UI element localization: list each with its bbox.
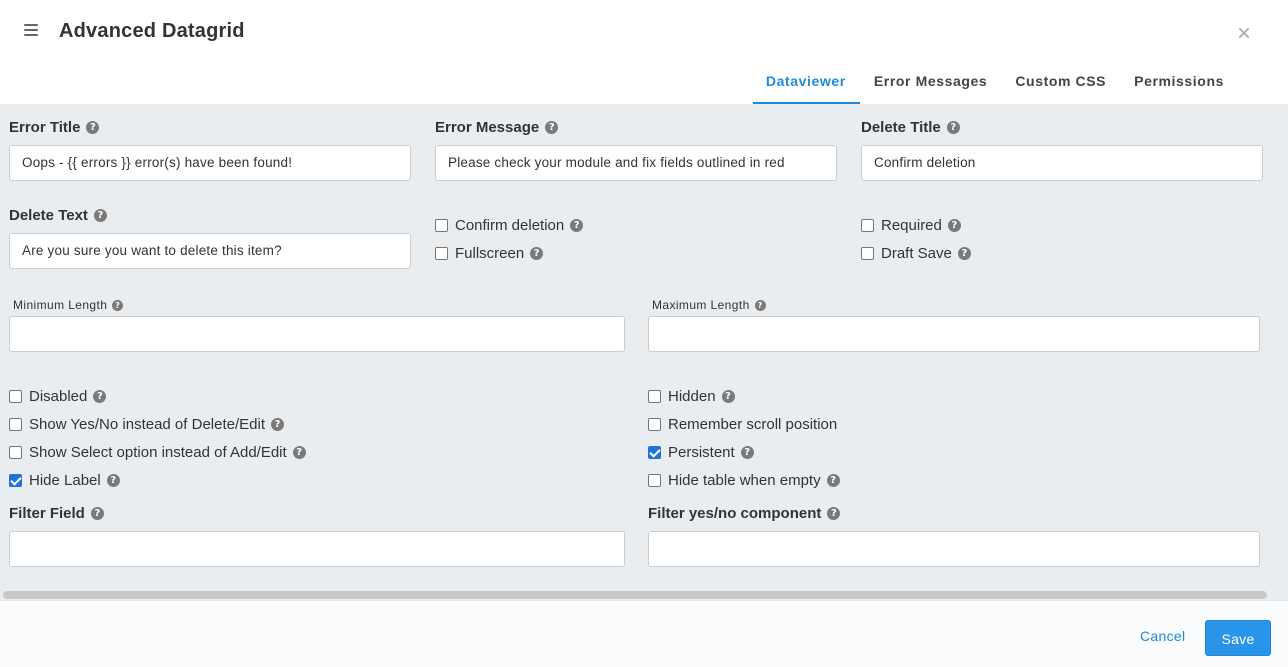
dataviewer-panel: Error Title ? Oops - {{ errors }} error(… (0, 104, 1288, 600)
cancel-button[interactable]: Cancel (1140, 628, 1185, 644)
hidden-label: Hidden (668, 388, 716, 405)
help-icon[interactable]: ? (271, 418, 284, 431)
modal-title: Advanced Datagrid (59, 20, 245, 42)
required-checkbox-row[interactable]: Required ? (861, 217, 961, 234)
help-icon[interactable]: ? (827, 507, 841, 520)
help-icon[interactable]: ? (530, 247, 544, 260)
persistent-checkbox[interactable] (648, 446, 661, 459)
help-icon[interactable]: ? (93, 209, 107, 222)
tab-bar: Dataviewer Error Messages Custom CSS Per… (752, 60, 1238, 104)
confirm-deletion-label: Confirm deletion (455, 217, 565, 234)
filter-yes-no-label-text: Filter yes/no component (648, 505, 822, 522)
tab-permissions[interactable]: Permissions (1120, 60, 1238, 104)
show-select-option-checkbox[interactable] (9, 446, 22, 459)
close-icon[interactable]: × (1237, 22, 1251, 46)
hidden-checkbox-row[interactable]: Hidden ? (648, 388, 735, 405)
remember-scroll-checkbox-row[interactable]: Remember scroll position (648, 416, 837, 433)
hide-label-checkbox[interactable] (9, 474, 22, 487)
help-icon[interactable]: ? (826, 474, 840, 487)
minimum-length-label: Minimum Length ? (13, 298, 124, 312)
error-title-input[interactable]: Oops - {{ errors }} error(s) have been f… (9, 145, 411, 181)
modal-footer: Cancel Save (0, 600, 1288, 667)
hide-table-empty-checkbox-row[interactable]: Hide table when empty ? (648, 472, 840, 489)
fullscreen-label: Fullscreen (455, 245, 525, 262)
filter-field-label: Filter Field ? (9, 505, 104, 522)
error-message-label-text: Error Message (435, 119, 540, 136)
help-icon[interactable]: ? (93, 390, 107, 403)
show-select-option-checkbox-row[interactable]: Show Select option instead of Add/Edit ? (9, 444, 306, 461)
confirm-deletion-checkbox-row[interactable]: Confirm deletion ? (435, 217, 584, 234)
help-icon[interactable]: ? (112, 299, 124, 311)
draft-save-label: Draft Save (881, 245, 952, 262)
required-checkbox[interactable] (861, 219, 874, 232)
fullscreen-checkbox[interactable] (435, 247, 448, 260)
persistent-checkbox-row[interactable]: Persistent ? (648, 444, 754, 461)
help-icon[interactable]: ? (90, 507, 104, 520)
delete-text-label: Delete Text ? (9, 207, 107, 224)
delete-text-label-text: Delete Text (9, 207, 88, 224)
show-yes-no-checkbox[interactable] (9, 418, 22, 431)
help-icon[interactable]: ? (721, 390, 735, 403)
filter-field-label-text: Filter Field (9, 505, 85, 522)
help-icon[interactable]: ? (292, 446, 306, 459)
filter-yes-no-input[interactable] (648, 531, 1260, 567)
save-button[interactable]: Save (1205, 620, 1271, 656)
help-icon[interactable]: ? (740, 446, 754, 459)
help-icon[interactable]: ? (86, 121, 100, 134)
modal-header: Advanced Datagrid × Dataviewer Error Mes… (0, 0, 1288, 104)
help-icon[interactable]: ? (946, 121, 960, 134)
maximum-length-input[interactable] (648, 316, 1260, 352)
disabled-checkbox-row[interactable]: Disabled ? (9, 388, 107, 405)
tab-custom-css[interactable]: Custom CSS (1001, 60, 1120, 104)
hide-label-label: Hide Label (29, 472, 101, 489)
filter-field-input[interactable] (9, 531, 625, 567)
error-title-label: Error Title ? (9, 119, 100, 136)
help-icon[interactable]: ? (947, 219, 961, 232)
hide-label-checkbox-row[interactable]: Hide Label ? (9, 472, 120, 489)
draft-save-checkbox-row[interactable]: Draft Save ? (861, 245, 971, 262)
horizontal-scrollbar[interactable] (3, 591, 1267, 599)
filter-yes-no-label: Filter yes/no component ? (648, 505, 841, 522)
disabled-checkbox[interactable] (9, 390, 22, 403)
show-yes-no-checkbox-row[interactable]: Show Yes/No instead of Delete/Edit ? (9, 416, 284, 433)
fullscreen-checkbox-row[interactable]: Fullscreen ? (435, 245, 544, 262)
maximum-length-label-text: Maximum Length (652, 298, 750, 312)
hamburger-menu-icon[interactable] (24, 24, 39, 38)
disabled-label: Disabled (29, 388, 88, 405)
remember-scroll-checkbox[interactable] (648, 418, 661, 431)
error-title-label-text: Error Title (9, 119, 81, 136)
help-icon[interactable]: ? (570, 219, 584, 232)
persistent-label: Persistent (668, 444, 735, 461)
hide-table-empty-checkbox[interactable] (648, 474, 661, 487)
tab-error-messages[interactable]: Error Messages (860, 60, 1001, 104)
confirm-deletion-checkbox[interactable] (435, 219, 448, 232)
delete-title-input[interactable]: Confirm deletion (861, 145, 1263, 181)
maximum-length-label: Maximum Length ? (652, 298, 766, 312)
minimum-length-label-text: Minimum Length (13, 298, 108, 312)
help-icon[interactable]: ? (106, 474, 120, 487)
remember-scroll-label: Remember scroll position (668, 416, 838, 433)
error-message-input[interactable]: Please check your module and fix fields … (435, 145, 837, 181)
required-label: Required (881, 217, 942, 234)
help-icon[interactable]: ? (957, 247, 971, 260)
delete-title-label-text: Delete Title (861, 119, 941, 136)
help-icon[interactable]: ? (754, 299, 766, 311)
hide-table-empty-label: Hide table when empty (668, 472, 821, 489)
vertical-scrollbar[interactable] (1279, 106, 1285, 586)
hidden-checkbox[interactable] (648, 390, 661, 403)
draft-save-checkbox[interactable] (861, 247, 874, 260)
tab-dataviewer[interactable]: Dataviewer (752, 60, 860, 104)
error-message-label: Error Message ? (435, 119, 559, 136)
delete-text-input[interactable]: Are you sure you want to delete this ite… (9, 233, 411, 269)
delete-title-label: Delete Title ? (861, 119, 960, 136)
minimum-length-input[interactable] (9, 316, 625, 352)
advanced-datagrid-modal: Advanced Datagrid × Dataviewer Error Mes… (0, 0, 1288, 667)
show-select-option-label: Show Select option instead of Add/Edit (29, 444, 287, 461)
help-icon[interactable]: ? (545, 121, 559, 134)
show-yes-no-label: Show Yes/No instead of Delete/Edit (29, 416, 265, 433)
